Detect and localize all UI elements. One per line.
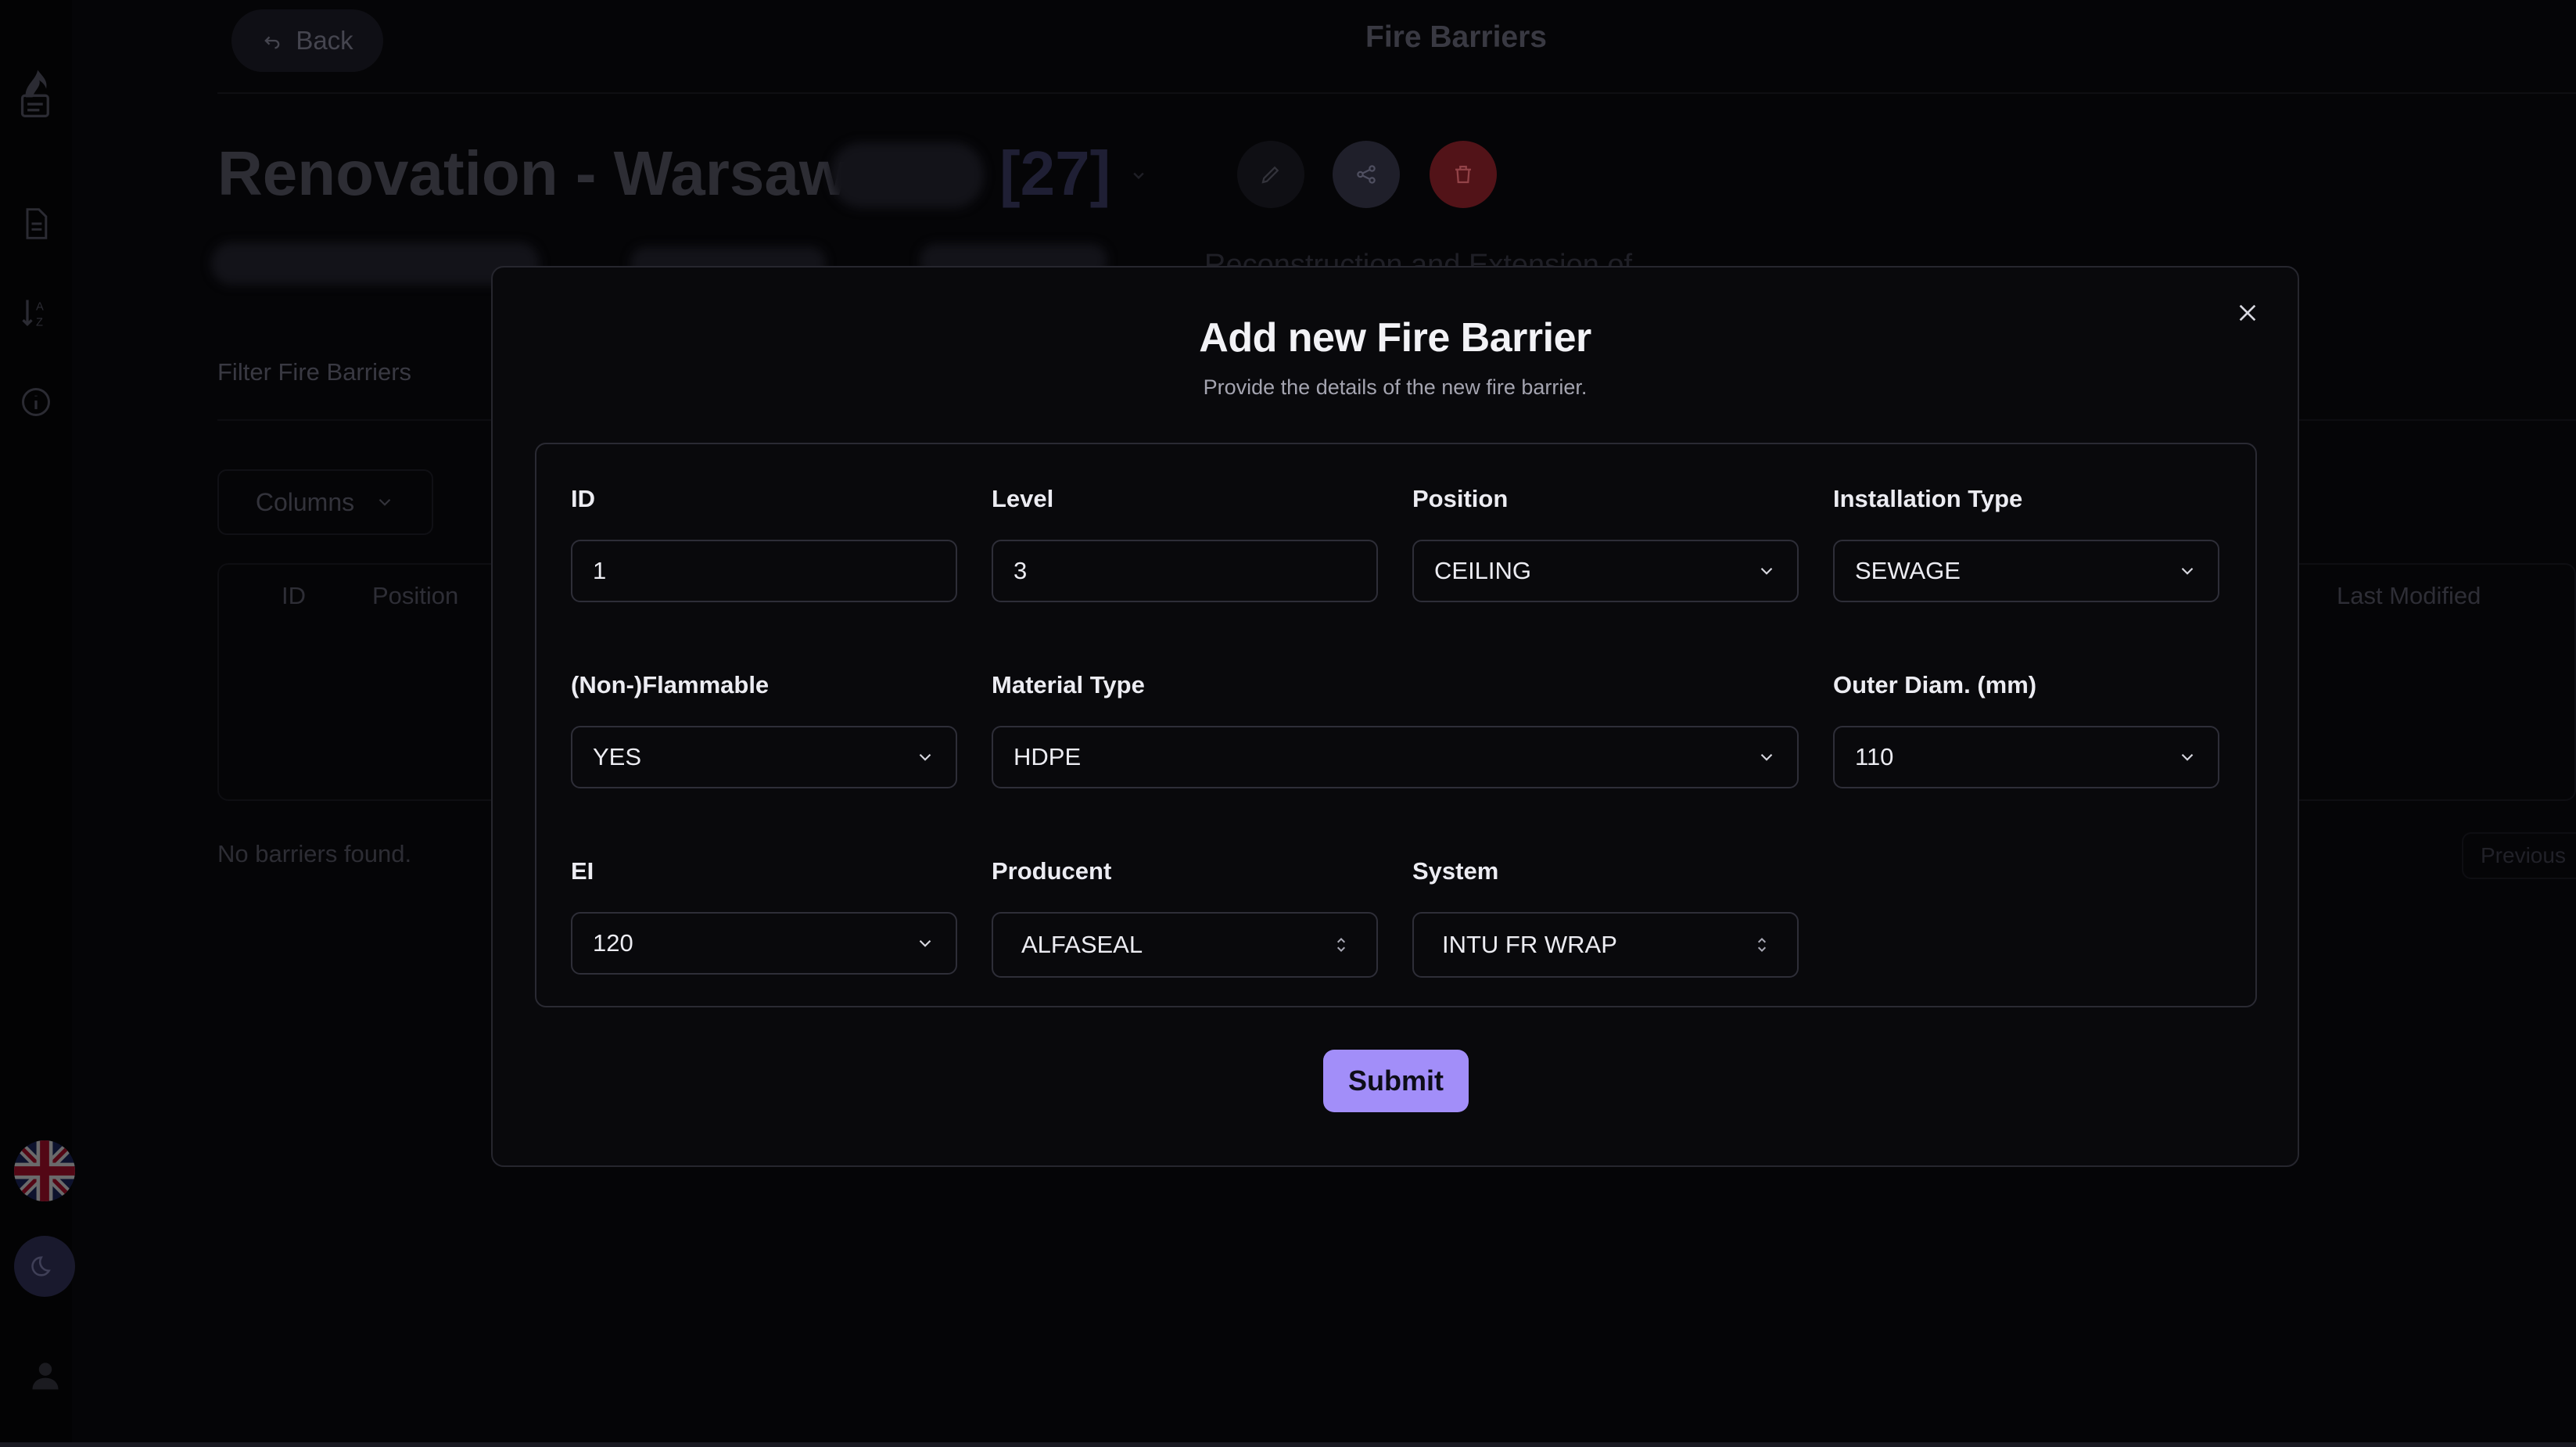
ei-label: EI: [571, 857, 594, 885]
dialog-description: Provide the details of the new fire barr…: [1203, 375, 1588, 399]
position-select[interactable]: CEILING: [1412, 540, 1799, 602]
chevron-up-down-icon: [1331, 935, 1351, 955]
chevron-down-icon: [2177, 561, 2197, 581]
producent-field-group: Producent ALFASEAL: [992, 857, 1378, 978]
bottom-scrollbar[interactable]: [0, 1442, 2576, 1447]
producent-combobox-value: ALFASEAL: [1021, 931, 1143, 958]
material-type-field-group: Material Type HDPE: [992, 671, 1799, 788]
system-combobox-value: INTU FR WRAP: [1442, 931, 1617, 958]
app-page: AZ Back Fire Barriers Renovation - Warsa…: [0, 0, 2576, 1447]
position-field-group: Position CEILING: [1412, 485, 1799, 602]
flammable-select[interactable]: YES: [571, 726, 957, 788]
outer-diam-label: Outer Diam. (mm): [1833, 671, 2037, 698]
fire-barrier-form: ID 1 Level 3 Position CEILING Installati…: [535, 443, 2257, 1007]
position-label: Position: [1412, 485, 1509, 512]
chevron-down-icon: [915, 747, 935, 767]
ei-select-value: 120: [593, 929, 633, 957]
add-fire-barrier-dialog: Add new Fire Barrier Provide the details…: [491, 266, 2299, 1167]
flammable-field-group: (Non-)Flammable YES: [571, 671, 957, 788]
level-field-group: Level 3: [992, 485, 1378, 602]
system-combobox[interactable]: INTU FR WRAP: [1412, 912, 1799, 978]
installation-type-label: Installation Type: [1833, 485, 2023, 512]
submit-button[interactable]: Submit: [1323, 1050, 1469, 1112]
level-label: Level: [992, 485, 1054, 512]
material-type-label: Material Type: [992, 671, 1145, 698]
outer-diam-select[interactable]: 110: [1833, 726, 2219, 788]
installation-type-select[interactable]: SEWAGE: [1833, 540, 2219, 602]
chevron-up-down-icon: [1752, 935, 1772, 955]
system-field-group: System INTU FR WRAP: [1412, 857, 1799, 978]
installation-type-field-group: Installation Type SEWAGE: [1833, 485, 2219, 602]
material-type-select[interactable]: HDPE: [992, 726, 1799, 788]
id-input[interactable]: 1: [571, 540, 957, 602]
ei-select[interactable]: 120: [571, 912, 957, 975]
flammable-label: (Non-)Flammable: [571, 671, 770, 698]
chevron-down-icon: [1756, 561, 1777, 581]
system-label: System: [1412, 857, 1499, 885]
chevron-down-icon: [1756, 747, 1777, 767]
producent-label: Producent: [992, 857, 1112, 885]
producent-combobox[interactable]: ALFASEAL: [992, 912, 1378, 978]
chevron-down-icon: [915, 933, 935, 953]
id-input-value: 1: [593, 557, 607, 584]
flammable-select-value: YES: [593, 743, 642, 770]
id-label: ID: [571, 485, 595, 512]
outer-diam-field-group: Outer Diam. (mm) 110: [1833, 671, 2219, 788]
level-input[interactable]: 3: [992, 540, 1378, 602]
chevron-down-icon: [2177, 747, 2197, 767]
position-select-value: CEILING: [1434, 557, 1532, 584]
material-type-select-value: HDPE: [1014, 743, 1082, 770]
installation-type-select-value: SEWAGE: [1855, 557, 1961, 584]
dialog-title: Add new Fire Barrier: [1199, 315, 1591, 361]
id-field-group: ID 1: [571, 485, 957, 602]
outer-diam-select-value: 110: [1855, 743, 1894, 770]
level-input-value: 3: [1014, 557, 1028, 584]
ei-field-group: EI 120: [571, 857, 957, 975]
